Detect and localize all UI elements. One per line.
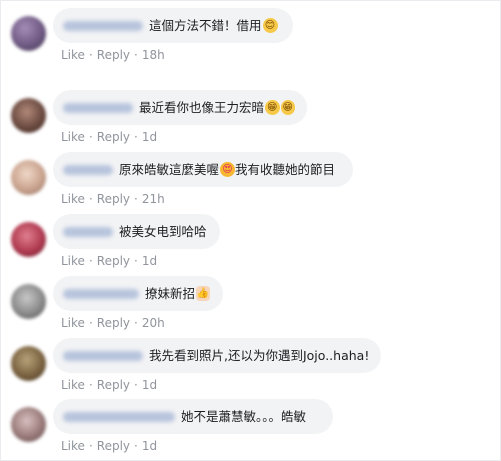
comment-text: 這個方法不錯！借用 <box>149 17 262 33</box>
separator-dot: · <box>88 378 93 392</box>
comment-actions: Like · Reply · 1d <box>61 130 157 144</box>
timestamp[interactable]: 1d <box>142 254 157 268</box>
like-link[interactable]: Like <box>61 130 85 144</box>
like-link[interactable]: Like <box>61 316 85 330</box>
like-link[interactable]: Like <box>61 439 85 453</box>
avatar[interactable] <box>11 222 46 257</box>
like-link[interactable]: Like <box>61 378 85 392</box>
separator-dot: · <box>134 130 138 144</box>
separator-dot: · <box>134 378 138 392</box>
heart-eyes-emoji-icon: 😍 <box>220 162 236 177</box>
separator-dot: · <box>88 192 93 206</box>
separator-dot: · <box>88 130 93 144</box>
comment-text: 最近看你也像王力宏暗 <box>139 99 265 115</box>
like-link[interactable]: Like <box>61 192 85 206</box>
comment-actions: Like · Reply · 18h <box>61 48 165 62</box>
timestamp[interactable]: 18h <box>142 48 165 62</box>
author-name[interactable] <box>63 350 143 361</box>
separator-dot: · <box>88 254 93 268</box>
comment-item: 最近看你也像王力宏暗 😁 😁 Like · Reply · 1d <box>0 90 501 152</box>
smile-emoji-icon: 😊 <box>262 18 278 33</box>
comment-actions: Like · Reply · 1d <box>61 378 157 392</box>
separator-dot: · <box>88 439 93 453</box>
separator-dot: · <box>88 48 93 62</box>
grin-emoji-icon: 😁 <box>280 100 295 115</box>
like-link[interactable]: Like <box>61 254 85 268</box>
reply-link[interactable]: Reply <box>97 192 130 206</box>
author-name[interactable] <box>63 226 113 237</box>
comment-actions: Like · Reply · 1d <box>61 439 157 453</box>
comment-text: 撩妹新招 <box>145 285 196 301</box>
separator-dot: · <box>134 316 138 330</box>
avatar[interactable] <box>11 346 46 381</box>
author-name[interactable] <box>63 164 113 175</box>
reply-link[interactable]: Reply <box>97 316 130 330</box>
comment-bubble: 原來皓敏這麼美喔 😍 我有收聽她的節目 <box>53 152 353 187</box>
comment-item: 被美女电到哈哈 Like · Reply · 1d <box>0 214 501 276</box>
avatar[interactable] <box>11 160 46 195</box>
timestamp[interactable]: 21h <box>142 192 165 206</box>
comment-bubble: 我先看到照片,还以为你遇到Jojo..haha! <box>53 338 381 373</box>
reply-link[interactable]: Reply <box>97 439 130 453</box>
avatar[interactable] <box>11 16 46 51</box>
comment-text-continued: 我有收聽她的節目 <box>235 161 336 177</box>
comment-actions: Like · Reply · 20h <box>61 316 165 330</box>
comment-bubble: 她不是蕭慧敏。。。皓敏 <box>53 399 333 434</box>
comment-bubble: 撩妹新招 👍 <box>53 276 223 311</box>
comment-actions: Like · Reply · 21h <box>61 192 165 206</box>
like-link[interactable]: Like <box>61 48 85 62</box>
comment-item: 我先看到照片,还以为你遇到Jojo..haha! Like · Reply · 1d <box>0 338 501 400</box>
author-name[interactable] <box>63 288 139 299</box>
separator-dot: · <box>134 439 138 453</box>
timestamp[interactable]: 1d <box>142 130 157 144</box>
comment-text: 被美女电到哈哈 <box>119 223 207 239</box>
author-name[interactable] <box>63 102 133 113</box>
comment-bubble: 被美女电到哈哈 <box>53 214 220 249</box>
avatar[interactable] <box>11 98 46 133</box>
comment-text: 她不是蕭慧敏。。。皓敏 <box>181 408 307 424</box>
comment-text: 我先看到照片,还以为你遇到Jojo..haha! <box>149 347 370 363</box>
reply-link[interactable]: Reply <box>97 130 130 144</box>
author-name[interactable] <box>63 411 175 422</box>
timestamp[interactable]: 1d <box>142 378 157 392</box>
separator-dot: · <box>134 48 138 62</box>
separator-dot: · <box>134 192 138 206</box>
comment-item: 原來皓敏這麼美喔 😍 我有收聽她的節目 Like · Reply · 21h <box>0 152 501 214</box>
timestamp[interactable]: 1d <box>142 439 157 453</box>
avatar[interactable] <box>11 284 46 319</box>
comment-bubble: 這個方法不錯！借用 😊 <box>53 8 293 43</box>
comment-item: 這個方法不錯！借用 😊 Like · Reply · 18h <box>0 8 501 70</box>
reply-link[interactable]: Reply <box>97 254 130 268</box>
separator-dot: · <box>134 254 138 268</box>
comment-item: 撩妹新招 👍 Like · Reply · 20h <box>0 276 501 338</box>
separator-dot: · <box>88 316 93 330</box>
author-name[interactable] <box>63 20 143 31</box>
reply-link[interactable]: Reply <box>97 48 130 62</box>
avatar[interactable] <box>11 407 46 442</box>
reply-link[interactable]: Reply <box>97 378 130 392</box>
timestamp[interactable]: 20h <box>142 316 165 330</box>
thumbs-up-emoji-icon: 👍 <box>196 286 211 301</box>
grin-emoji-icon: 😁 <box>265 100 280 115</box>
comment-actions: Like · Reply · 1d <box>61 254 157 268</box>
comment-item: 她不是蕭慧敏。。。皓敏 Like · Reply · 1d <box>0 399 501 461</box>
comment-text: 原來皓敏這麼美喔 <box>119 161 220 177</box>
comment-bubble: 最近看你也像王力宏暗 😁 😁 <box>53 90 307 125</box>
